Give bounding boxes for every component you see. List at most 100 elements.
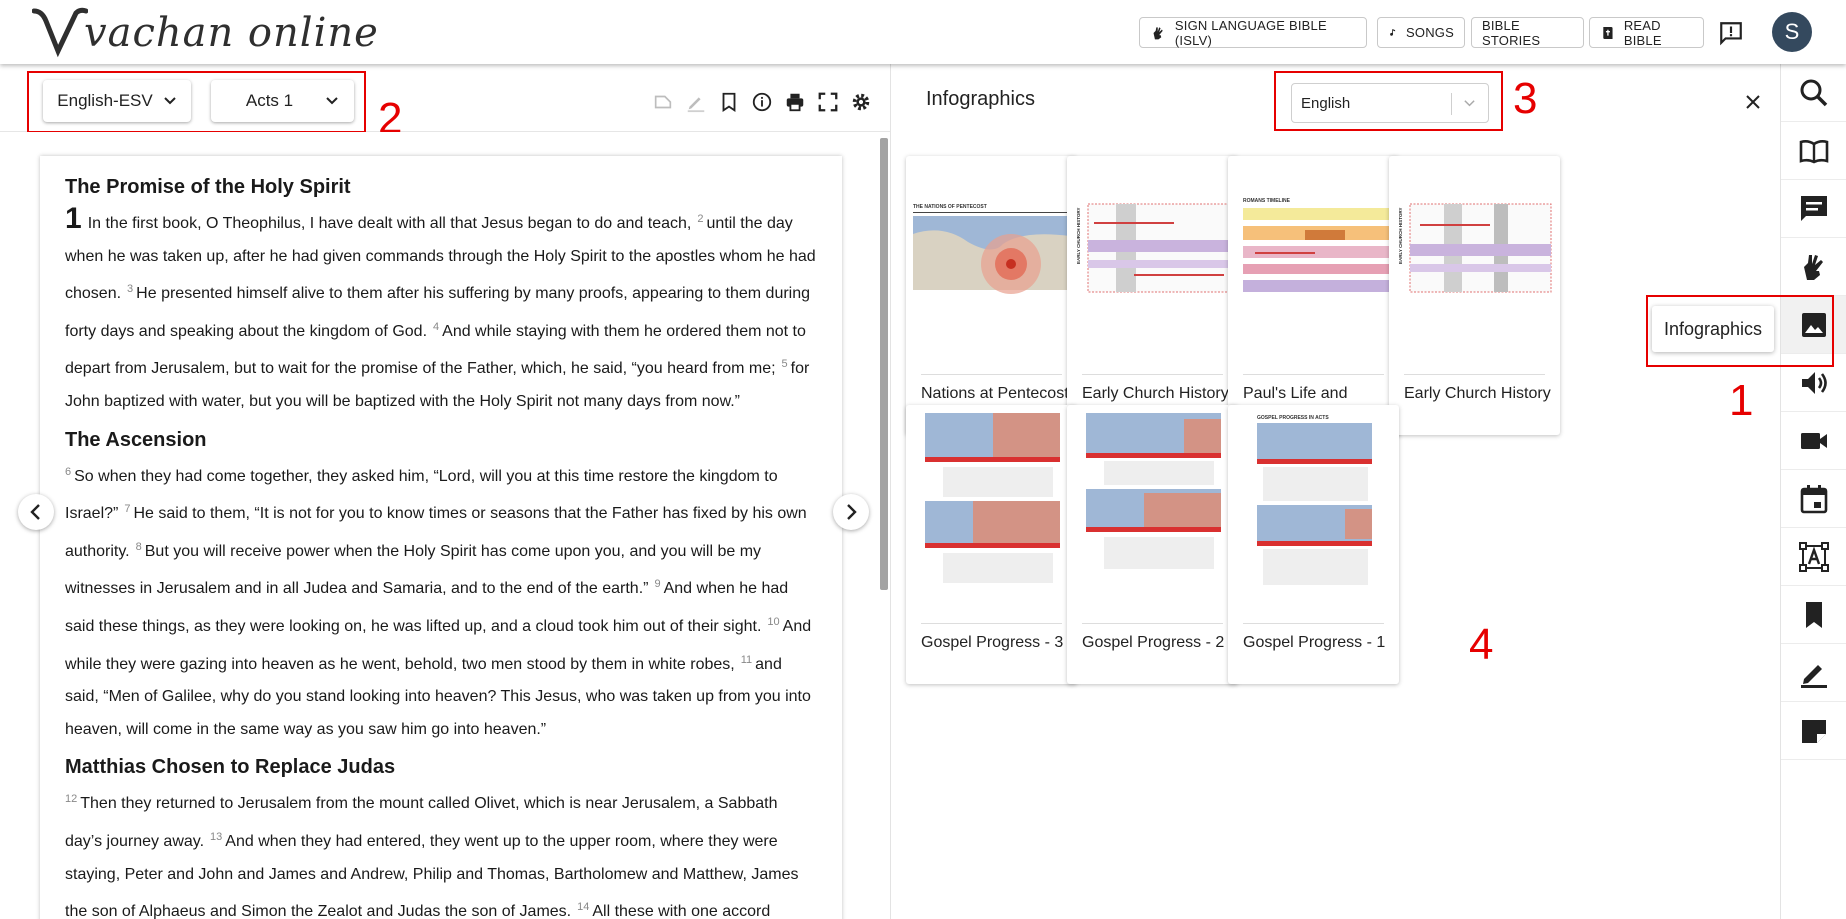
reader-tools — [652, 91, 872, 113]
fullscreen-icon[interactable] — [817, 91, 839, 113]
card-divider — [1404, 374, 1545, 375]
comment-icon — [1801, 195, 1827, 221]
bookmark-icon — [1806, 601, 1822, 628]
annotation-number-1: 1 — [1729, 376, 1754, 425]
annotation-box-2 — [27, 71, 366, 133]
panel-title: Infographics — [926, 88, 1035, 110]
card-divider — [1243, 374, 1384, 375]
verse-number: 6 — [65, 465, 72, 478]
infographic-card[interactable]: THE NATIONS OF PENTECOST Nations at Pent… — [906, 156, 1077, 435]
annotation-number-4: 4 — [1469, 620, 1494, 669]
highlight-pen-icon[interactable] — [685, 91, 707, 113]
verse-number: 8 — [135, 540, 142, 553]
section-heading: The Promise of the Holy Spirit — [65, 176, 351, 198]
section-heading: The Ascension — [65, 428, 207, 451]
paragraph: 6 So when they had come together, they as… — [65, 456, 818, 747]
verse-number: 10 — [767, 615, 780, 628]
read-bible-button[interactable]: READ BIBLE — [1589, 17, 1704, 48]
verse-number: 4 — [433, 320, 440, 333]
sign-language-bible-button[interactable]: SIGN LANGUAGE BIBLE (ISLV) — [1139, 17, 1367, 48]
card-caption: Gospel Progress - 3 — [921, 634, 1064, 651]
thumb-title: ROMANS TIMELINE — [1243, 198, 1291, 204]
verse-number: 2 — [697, 213, 704, 225]
sidebar-video[interactable] — [1781, 412, 1846, 470]
sidebar-dictionary[interactable] — [1781, 528, 1846, 586]
sidebar-highlights[interactable] — [1781, 644, 1846, 702]
annotation-number-3: 3 — [1513, 74, 1538, 123]
infographic-card[interactable]: Gospel Progress - 2 — [1067, 405, 1238, 684]
infographic-thumbnail: THE NATIONS OF PENTECOST — [913, 164, 1070, 339]
sidebar-commentaries[interactable] — [1781, 180, 1846, 238]
video-camera-icon — [1801, 432, 1827, 449]
infographic-thumbnail: GOSPEL PROGRESS IN ACTS — [1235, 413, 1392, 588]
bible-text-panel: The Promise of the Holy Spirit 1 In the f… — [40, 156, 842, 919]
previous-chapter-button[interactable] — [18, 494, 54, 530]
read-bible-label: READ BIBLE — [1623, 17, 1662, 48]
bible-stories-label: BIBLE STORIES — [1482, 17, 1541, 48]
thumb-title: THE NATIONS OF PENTECOST — [913, 204, 987, 210]
annotation-box-1 — [1646, 295, 1834, 367]
reader-scrollbar[interactable] — [880, 138, 888, 590]
card-caption: Early Church History — [1082, 385, 1229, 402]
verse-number: 12 — [65, 793, 78, 806]
infographic-card[interactable]: Gospel Progress - 3 — [906, 405, 1077, 684]
top-header: vachan online SIGN LANGUAGE BIBLE (ISLV)… — [0, 0, 1846, 64]
verse-text: In the first book, O Theophilus, I have … — [87, 215, 692, 232]
verse-number: 3 — [127, 283, 134, 296]
verse-text: All these with one accord — [592, 903, 771, 919]
bible-reader-area[interactable]: The Promise of the Holy Spirit 1 In the f… — [0, 132, 890, 919]
annotation-box-3 — [1274, 71, 1503, 131]
card-caption: Early Church History — [1404, 385, 1551, 402]
infographic-thumbnail — [913, 413, 1070, 588]
sidebar-sign-language[interactable] — [1781, 238, 1846, 296]
verse-number: 7 — [124, 503, 131, 516]
logo-text: vachan online — [84, 10, 379, 56]
open-book-icon — [1799, 139, 1829, 163]
user-avatar[interactable]: S — [1772, 12, 1812, 52]
sidebar-search[interactable] — [1781, 64, 1846, 122]
settings-gear-icon[interactable] — [850, 91, 872, 113]
songs-button[interactable]: SONGS — [1377, 17, 1465, 48]
bible-book-icon — [1603, 26, 1613, 39]
infographic-thumbnail: ROMANS TIMELINE — [1235, 164, 1392, 339]
tools-sidebar — [1780, 64, 1846, 919]
sidebar-bookmarks[interactable] — [1781, 586, 1846, 644]
verse-number: 14 — [577, 901, 590, 914]
sign-language-icon — [1153, 26, 1163, 39]
card-caption: Gospel Progress - 1 — [1243, 634, 1386, 651]
print-icon[interactable] — [784, 91, 806, 113]
close-icon[interactable] — [1743, 92, 1763, 112]
bookmark-icon[interactable] — [718, 91, 740, 113]
verse-number: 11 — [740, 653, 753, 666]
calendar-icon — [1800, 484, 1828, 513]
card-divider — [1082, 623, 1223, 624]
note-icon[interactable] — [652, 91, 674, 113]
paragraph: 12 Then they returned to Jerusalem from t… — [65, 783, 818, 919]
sidebar-parallel-bible[interactable] — [1781, 122, 1846, 180]
chevron-left-icon — [30, 504, 40, 520]
vachan-logo[interactable]: vachan online — [32, 6, 379, 60]
infographic-card[interactable]: EARLY CHURCH HISTORY Early Church Histor… — [1389, 156, 1560, 435]
logo-v-icon — [32, 7, 88, 58]
verse-number: 5 — [781, 358, 788, 371]
bible-stories-button[interactable]: BIBLE STORIES — [1471, 17, 1584, 48]
pen-icon — [1801, 664, 1827, 688]
dictionary-icon — [1799, 541, 1829, 572]
infographic-card[interactable]: GOSPEL PROGRESS IN ACTS Gospel Progress … — [1228, 405, 1399, 684]
info-icon[interactable] — [751, 91, 773, 113]
sidebar-notes[interactable] — [1781, 702, 1846, 760]
thumb-title: EARLY CHURCH HISTORY — [1398, 207, 1403, 264]
next-chapter-button[interactable] — [833, 494, 869, 530]
verse-number: 13 — [210, 830, 223, 843]
infographic-card[interactable]: EARLY CHURCH HISTORY Early Church Histor… — [1067, 156, 1238, 435]
infographics-panel: Infographics English 3 THE NATIONS OF PE… — [890, 64, 1780, 919]
thumb-title: GOSPEL PROGRESS IN ACTS — [1257, 415, 1329, 421]
section-heading: Matthias Chosen to Replace Judas — [65, 756, 396, 779]
infographic-card[interactable]: ROMANS TIMELINE Paul's Life and Mission … — [1228, 156, 1399, 435]
reader-toolbar: English-ESV Acts 1 2 — [0, 64, 890, 143]
search-icon — [1800, 79, 1828, 106]
sidebar-reading-plans[interactable] — [1781, 470, 1846, 528]
feedback-icon[interactable] — [1718, 20, 1744, 46]
card-caption: Gospel Progress - 2 — [1082, 634, 1225, 651]
verse-number: 9 — [654, 578, 661, 591]
